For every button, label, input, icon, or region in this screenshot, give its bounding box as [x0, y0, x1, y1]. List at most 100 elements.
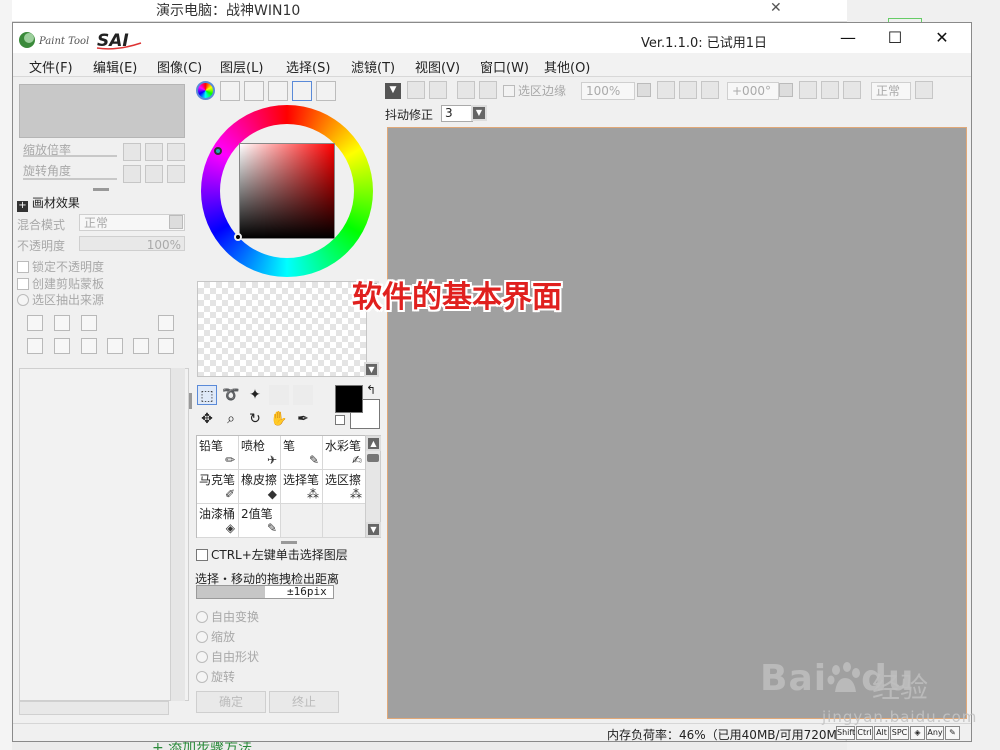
layers-panel[interactable] [19, 368, 189, 701]
flatten-icon[interactable] [158, 338, 174, 354]
rotate-cw-button[interactable] [821, 81, 839, 99]
rotate-right-button[interactable] [145, 165, 163, 183]
zoom-slider[interactable] [23, 155, 117, 157]
color-marker[interactable] [234, 233, 242, 241]
menu-layer[interactable]: 图层(L) [220, 57, 263, 76]
ctrl-click-select-checkbox[interactable]: CTRL+左键单击选择图层 [196, 546, 348, 563]
close-button[interactable]: ✕ [919, 23, 965, 53]
zoom-fit-button[interactable] [701, 81, 719, 99]
reset-colors-icon[interactable] [335, 415, 345, 425]
scroll-down-icon[interactable]: ▼ [366, 522, 381, 537]
selection-edge-checkbox[interactable]: 选区边缘 [503, 82, 566, 99]
brush-scrollbar[interactable]: ▲ ▼ [365, 435, 381, 538]
rotate-ccw-button[interactable] [799, 81, 817, 99]
angle-dropdown-icon[interactable] [779, 83, 793, 97]
transform-scale-radio[interactable]: 缩放 [196, 628, 235, 645]
new-folder-icon[interactable] [81, 315, 97, 331]
eyedropper-tool-icon[interactable]: ✒ [293, 409, 313, 429]
panel-grip[interactable] [93, 188, 109, 191]
menu-file[interactable]: 文件(F) [29, 57, 73, 76]
new-linework-icon[interactable] [54, 315, 70, 331]
scroll-down-icon[interactable]: ▼ [364, 362, 379, 377]
scroll-up-icon[interactable]: ▲ [366, 436, 381, 451]
cancel-button[interactable]: 终止 [269, 691, 339, 713]
rotate-reset-button[interactable] [167, 165, 185, 183]
zoom-dropdown-icon[interactable] [637, 83, 651, 97]
menu-window[interactable]: 窗口(W) [480, 57, 529, 76]
swatches-tab-icon[interactable] [292, 81, 312, 101]
foreground-color-swatch[interactable] [335, 385, 363, 413]
menu-image[interactable]: 图像(C) [157, 57, 202, 76]
move-tool-icon[interactable]: ✥ [197, 409, 217, 429]
color-wheel-tab-icon[interactable] [196, 81, 215, 100]
mixer-tab-icon[interactable] [268, 81, 288, 101]
layer-mask-icon[interactable] [158, 315, 174, 331]
scroll-thumb[interactable] [367, 454, 379, 462]
zoom-reset-button[interactable] [167, 143, 185, 161]
rotate-reset-canvas-button[interactable] [843, 81, 861, 99]
blend-dropdown-icon[interactable] [169, 215, 183, 229]
effect-header[interactable]: + 画材效果 [17, 194, 80, 212]
transform-rotate-radio[interactable]: 旋转 [196, 668, 235, 685]
color-wheel[interactable] [201, 105, 373, 277]
new-layer-icon[interactable] [27, 315, 43, 331]
brush-bucket[interactable]: 油漆桶 ◈ [197, 504, 239, 538]
brush-pen[interactable]: 笔 ✎ [281, 436, 323, 470]
rotate-slider[interactable] [23, 178, 117, 180]
merge-down-icon[interactable] [54, 338, 70, 354]
brush-airbrush[interactable]: 喷枪 ✈ [239, 436, 281, 470]
minimize-button[interactable]: — [825, 23, 871, 53]
layers-hscrollbar[interactable] [19, 701, 169, 715]
brush-select-pen[interactable]: 选择笔 ⁂ [281, 470, 323, 504]
merge-visible-icon[interactable] [133, 338, 149, 354]
angle-select[interactable]: +000° [727, 82, 779, 100]
ok-button[interactable]: 确定 [196, 691, 266, 713]
stabilizer-select[interactable]: 3 [441, 105, 473, 122]
hsv-sliders-tab-icon[interactable] [244, 81, 264, 101]
layers-scrollbar[interactable] [170, 368, 185, 701]
transfer-down-icon[interactable] [27, 338, 43, 354]
rotate-tool-icon[interactable]: ↻ [245, 409, 265, 429]
flip-button[interactable] [915, 81, 933, 99]
maximize-button[interactable]: ☐ [872, 23, 918, 53]
scratchpad[interactable] [197, 281, 367, 377]
lock-opacity-checkbox[interactable]: 锁定不透明度 [17, 258, 104, 275]
zoom-in-button[interactable] [145, 143, 163, 161]
menu-filter[interactable]: 滤镜(T) [351, 57, 395, 76]
transform-shape-radio[interactable]: 自由形状 [196, 648, 259, 665]
hue-marker[interactable] [214, 147, 222, 155]
stabilizer-dropdown-icon[interactable]: ▼ [471, 105, 487, 121]
scratchpad-tab-icon[interactable] [316, 81, 336, 101]
rect-select-tool-icon[interactable]: ⬚ [197, 385, 217, 405]
saturation-value-square[interactable] [239, 143, 335, 239]
redo-button[interactable] [429, 81, 447, 99]
deselect-button[interactable] [457, 81, 475, 99]
zoom-out-button[interactable] [123, 143, 141, 161]
invert-select-button[interactable] [479, 81, 497, 99]
brush-eraser[interactable]: 橡皮擦 ◆ [239, 470, 281, 504]
panel-grip[interactable] [281, 541, 297, 544]
brush-marker[interactable]: 马克笔 ✐ [197, 470, 239, 504]
swap-colors-icon[interactable]: ↰ [366, 383, 376, 397]
create-clip-checkbox[interactable]: 创建剪贴蒙板 [17, 275, 104, 292]
zoom-minus-button[interactable] [657, 81, 675, 99]
drawing-canvas[interactable] [387, 127, 967, 719]
magic-wand-tool-icon[interactable]: ✦ [245, 385, 265, 405]
rotate-left-button[interactable] [123, 165, 141, 183]
zoom-plus-button[interactable] [679, 81, 697, 99]
brush-watercolor[interactable]: 水彩笔 ✍ [323, 436, 365, 470]
opacity-slider[interactable]: 100% [79, 236, 185, 252]
navigator-preview[interactable] [19, 84, 185, 138]
transform-free-radio[interactable]: 自由变换 [196, 608, 259, 625]
menu-view[interactable]: 视图(V) [415, 57, 460, 76]
menu-edit[interactable]: 编辑(E) [93, 57, 137, 76]
canvas-menu-icon[interactable]: ▼ [385, 83, 401, 99]
undo-button[interactable] [407, 81, 425, 99]
zoom-select[interactable]: 100% [581, 82, 635, 100]
brush-binary-pen[interactable]: 2值笔 ✎ [239, 504, 281, 538]
menu-other[interactable]: 其他(O) [544, 57, 590, 76]
select-source-radio[interactable]: 选区抽出来源 [17, 291, 104, 308]
background-close-icon[interactable]: ✕ [770, 0, 782, 16]
drag-distance-slider[interactable]: ±16pix [196, 585, 334, 599]
menu-select[interactable]: 选择(S) [286, 57, 330, 76]
